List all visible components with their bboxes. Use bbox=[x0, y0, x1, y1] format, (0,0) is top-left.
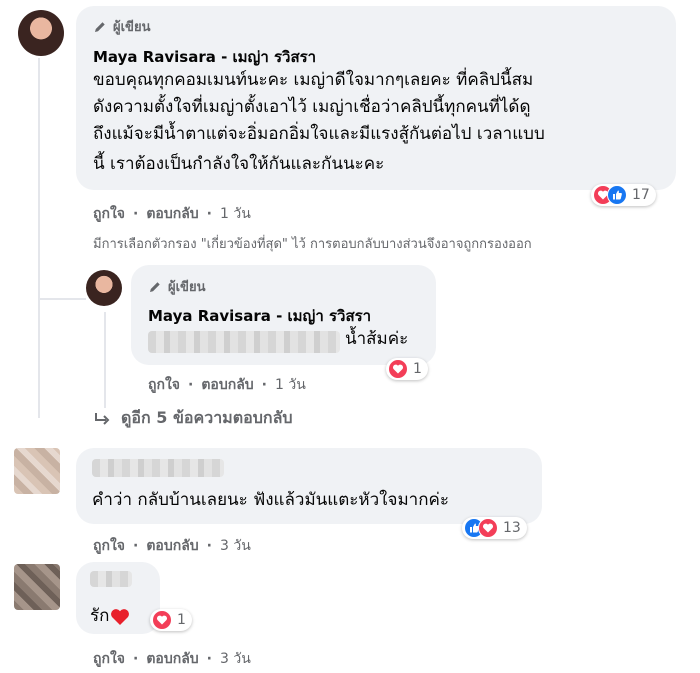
reply-button[interactable]: ตอบกลับ bbox=[201, 374, 253, 396]
filter-notice: มีการเลือกตัวกรอง "เกี่ยวข้องที่สุด" ไว้… bbox=[93, 237, 532, 252]
thread-line bbox=[38, 58, 40, 418]
view-more-replies-label: ดูอีก 5 ข้อความตอบกลับ bbox=[121, 408, 293, 427]
reaction-count: 17 bbox=[632, 187, 650, 203]
heart-icon bbox=[478, 518, 498, 538]
comment-text-line-1: ขอบคุณทุกคอมเมนท์นะคะ เมญ่าดีใจมากๆเลยคะ… bbox=[93, 70, 534, 90]
reply-button[interactable]: ตอบกลับ bbox=[146, 535, 198, 557]
reaction-summary[interactable]: 1 bbox=[150, 609, 192, 631]
comment-timestamp[interactable]: 3 วัน bbox=[220, 648, 251, 670]
author-badge: ผู้เขียน bbox=[148, 276, 205, 297]
reply-author-name[interactable]: Maya Ravisara - เมญ่า รวิสรา bbox=[148, 304, 371, 328]
like-button[interactable]: ถูกใจ bbox=[93, 535, 125, 557]
view-more-replies[interactable]: ดูอีก 5 ข้อความตอบกลับ bbox=[93, 406, 293, 431]
reaction-count: 1 bbox=[177, 612, 186, 628]
separator-dot: · bbox=[206, 651, 212, 667]
reaction-summary[interactable]: 1 bbox=[386, 358, 428, 380]
separator-dot: · bbox=[133, 651, 139, 667]
reaction-summary[interactable]: 17 bbox=[591, 184, 656, 206]
reply-text: น้ำส้มค่ะ bbox=[345, 329, 409, 349]
blurred-mention bbox=[148, 331, 340, 353]
reply-arrow-icon bbox=[95, 412, 110, 425]
reaction-count: 13 bbox=[503, 520, 521, 536]
like-button[interactable]: ถูกใจ bbox=[93, 203, 125, 225]
reaction-summary[interactable]: 13 bbox=[462, 517, 527, 539]
reply-actions: ถูกใจ · ตอบกลับ · 1 วัน bbox=[148, 374, 306, 396]
comment-actions: ถูกใจ · ตอบกลับ · 3 วัน bbox=[93, 648, 251, 670]
comment-timestamp[interactable]: 3 วัน bbox=[220, 535, 251, 557]
author-badge-label: ผู้เขียน bbox=[168, 280, 206, 295]
blurred-commenter-name[interactable] bbox=[92, 459, 224, 477]
comment-actions: ถูกใจ · ตอบกลับ · 1 วัน bbox=[93, 203, 251, 225]
comment-timestamp[interactable]: 1 วัน bbox=[220, 203, 251, 225]
heart-icon bbox=[111, 608, 130, 625]
comment-text-line-4: นี้ เราต้องเป็นกำลังใจให้กันและกันนะคะ bbox=[93, 154, 385, 174]
comment-text: คำว่า กลับบ้านเลยนะ ฟังแล้วมันแตะหัวใจมา… bbox=[92, 490, 449, 510]
avatar-maya-reply[interactable] bbox=[86, 270, 122, 306]
heart-icon bbox=[152, 610, 172, 630]
comment-text: รัก bbox=[90, 604, 130, 629]
reply-button[interactable]: ตอบกลับ bbox=[146, 203, 198, 225]
separator-dot: · bbox=[206, 538, 212, 554]
comment-text-value: รัก bbox=[90, 606, 110, 626]
separator-dot: · bbox=[188, 377, 194, 393]
like-button[interactable]: ถูกใจ bbox=[93, 648, 125, 670]
heart-icon bbox=[388, 359, 408, 379]
author-badge: ผู้เขียน bbox=[93, 16, 150, 37]
comment-author-name[interactable]: Maya Ravisara - เมญ่า รวิสรา bbox=[93, 45, 316, 69]
comment-text-line-3: ถึงแม้จะมีน้ำตาแต่จะอิ่มอกอิ่มใจและมีแรง… bbox=[93, 124, 545, 144]
separator-dot: · bbox=[261, 377, 267, 393]
like-button[interactable]: ถูกใจ bbox=[148, 374, 180, 396]
author-badge-label: ผู้เขียน bbox=[113, 20, 151, 35]
avatar-maya[interactable] bbox=[18, 10, 64, 56]
comment-text-line-2: ดังความตั้งใจที่เมญ่าตั้งเอาไว้ เมญ่าเชื… bbox=[93, 97, 531, 117]
avatar-user-2[interactable] bbox=[14, 448, 60, 494]
pencil-icon bbox=[95, 21, 105, 32]
separator-dot: · bbox=[133, 538, 139, 554]
reply-button[interactable]: ตอบกลับ bbox=[146, 648, 198, 670]
separator-dot: · bbox=[206, 206, 212, 222]
reaction-count: 1 bbox=[413, 361, 422, 377]
thumbs-up-icon bbox=[607, 185, 627, 205]
comment-actions: ถูกใจ · ตอบกลับ · 3 วัน bbox=[93, 535, 251, 557]
blurred-commenter-name[interactable] bbox=[90, 571, 132, 587]
avatar-user-3[interactable] bbox=[14, 564, 60, 610]
separator-dot: · bbox=[133, 206, 139, 222]
reply-timestamp[interactable]: 1 วัน bbox=[275, 374, 306, 396]
thread-branch bbox=[38, 298, 86, 300]
reply-thread-line bbox=[104, 312, 106, 408]
pencil-icon bbox=[150, 281, 160, 292]
